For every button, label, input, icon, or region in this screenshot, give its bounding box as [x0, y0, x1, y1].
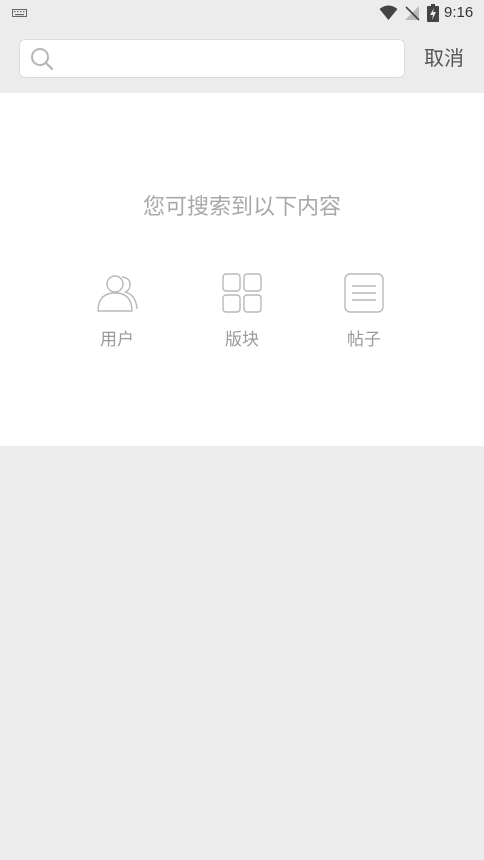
status-time: 9:16: [444, 4, 474, 21]
category-boards-label: 版块: [225, 330, 259, 350]
search-box[interactable]: [19, 39, 405, 78]
category-boards[interactable]: 版块: [197, 271, 287, 361]
wifi-icon: [379, 5, 398, 20]
search-input[interactable]: [62, 44, 392, 73]
no-signal-icon: [405, 6, 420, 21]
category-posts[interactable]: 帖子: [319, 271, 409, 361]
search-hint: 您可搜索到以下内容: [142, 195, 341, 220]
document-icon: [344, 273, 384, 313]
status-bar: 9:16: [0, 0, 484, 26]
battery-charging-icon: [427, 4, 439, 22]
search-screen: 9:16 取消 您可搜索到以下内容 用户 版块 帖子: [0, 0, 484, 860]
search-header: 取消: [0, 26, 484, 93]
category-posts-label: 帖子: [347, 330, 381, 350]
search-icon: [31, 48, 54, 71]
grid-icon: [222, 273, 262, 313]
category-users[interactable]: 用户: [72, 271, 162, 361]
category-users-label: 用户: [100, 330, 134, 350]
search-scope-panel: 您可搜索到以下内容 用户 版块 帖子: [0, 93, 484, 446]
cancel-button[interactable]: 取消: [416, 41, 472, 75]
users-icon: [97, 275, 138, 312]
keyboard-icon: [12, 9, 27, 17]
